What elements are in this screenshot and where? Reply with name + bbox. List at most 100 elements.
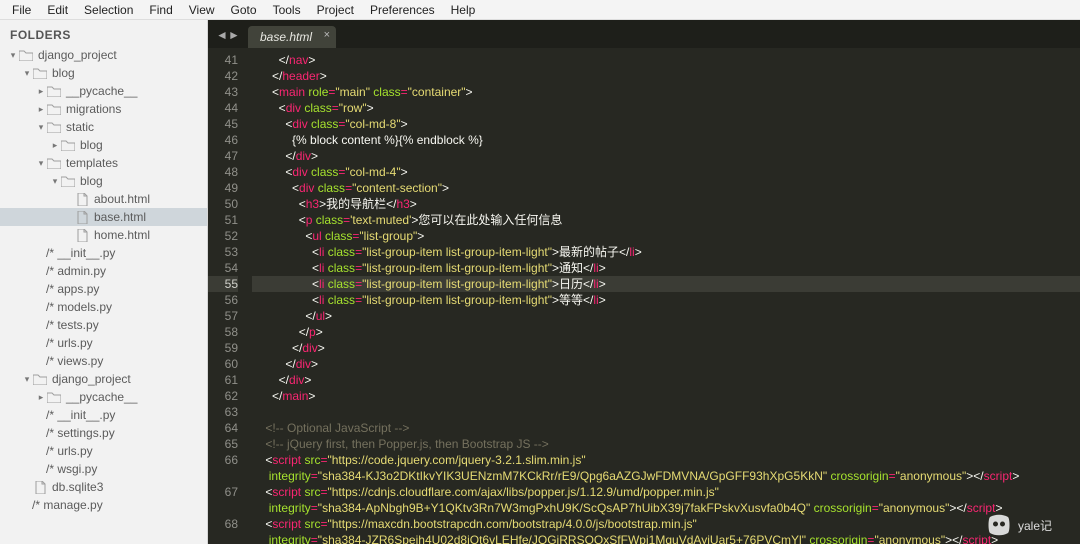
code-line[interactable]: <div class="col-md-4">	[252, 164, 1080, 180]
code-line[interactable]: {% block content %}{% endblock %}	[252, 132, 1080, 148]
tree-label: templates	[66, 156, 118, 170]
tree-arrow-icon[interactable]: ▸	[36, 86, 46, 97]
file-item--settings-py[interactable]: /* settings.py	[0, 424, 207, 442]
file-item-db-sqlite3[interactable]: db.sqlite3	[0, 478, 207, 496]
code-line[interactable]: <li class="list-group-item list-group-it…	[252, 260, 1080, 276]
tab-base-html[interactable]: base.html ×	[248, 26, 336, 48]
folder-item-migrations[interactable]: ▸migrations	[0, 100, 207, 118]
code-area[interactable]: 4142434445464748495051525354555657585960…	[208, 48, 1080, 544]
tab-close-icon[interactable]: ×	[324, 29, 330, 41]
tree-arrow-icon[interactable]: ▾	[8, 50, 18, 61]
folder-item-static[interactable]: ▾static	[0, 118, 207, 136]
folder-icon	[32, 372, 48, 386]
code-line[interactable]	[252, 404, 1080, 420]
tree-arrow-icon[interactable]: ▾	[50, 176, 60, 187]
menu-find[interactable]: Find	[141, 1, 180, 19]
code-line-wrap[interactable]: integrity="sha384-KJ3o2DKtIkvYIK3UENzmM7…	[252, 468, 1080, 484]
code-line[interactable]: </div>	[252, 148, 1080, 164]
tree-label: django_project	[52, 372, 131, 386]
file-icon	[74, 228, 90, 242]
file-item-about-html[interactable]: about.html	[0, 190, 207, 208]
code-line[interactable]: <main role="main" class="container">	[252, 84, 1080, 100]
file-item--apps-py[interactable]: /* apps.py	[0, 280, 207, 298]
code-line[interactable]: <li class="list-group-item list-group-it…	[252, 276, 1080, 292]
main-layout: FOLDERS ▾ django_project ▾ blog ▸__pycache__…	[0, 20, 1080, 544]
tree-arrow-icon[interactable]: ▾	[22, 374, 32, 385]
folder-icon	[60, 138, 76, 152]
folder-item-__pycache__[interactable]: ▸__pycache__	[0, 388, 207, 406]
tree-arrow-icon[interactable]: ▾	[36, 158, 46, 169]
code-line[interactable]: <script src="https://cdnjs.cloudflare.co…	[252, 484, 1080, 500]
file-item--urls-py[interactable]: /* urls.py	[0, 334, 207, 352]
code-line[interactable]: </div>	[252, 340, 1080, 356]
file-item--models-py[interactable]: /* models.py	[0, 298, 207, 316]
source-code[interactable]: </nav> </header> <main role="main" class…	[244, 48, 1080, 544]
tab-bar: ◄ ► base.html ×	[208, 20, 1080, 48]
tree-arrow-icon[interactable]: ▸	[36, 104, 46, 115]
file-item--admin-py[interactable]: /* admin.py	[0, 262, 207, 280]
menu-goto[interactable]: Goto	[223, 1, 265, 19]
code-line[interactable]: <script src="https://code.jquery.com/jqu…	[252, 452, 1080, 468]
menu-edit[interactable]: Edit	[39, 1, 76, 19]
file-item--__init__-py[interactable]: /* __init__.py	[0, 406, 207, 424]
code-line[interactable]: <ul class="list-group">	[252, 228, 1080, 244]
file-item--tests-py[interactable]: /* tests.py	[0, 316, 207, 334]
menu-view[interactable]: View	[181, 1, 223, 19]
code-line[interactable]: <div class="col-md-8">	[252, 116, 1080, 132]
code-line[interactable]: </main>	[252, 388, 1080, 404]
code-line[interactable]: </div>	[252, 372, 1080, 388]
menu-preferences[interactable]: Preferences	[362, 1, 443, 19]
code-line[interactable]: <li class="list-group-item list-group-it…	[252, 292, 1080, 308]
menu-help[interactable]: Help	[443, 1, 484, 19]
folder-item-templates[interactable]: ▾ templates	[0, 154, 207, 172]
folder-item-blog[interactable]: ▾ blog	[0, 64, 207, 82]
code-line-wrap[interactable]: integrity="sha384-JZR6Spejh4U02d8jOt6vLE…	[252, 532, 1080, 544]
code-line[interactable]: <!-- jQuery first, then Popper.js, then …	[252, 436, 1080, 452]
folder-item-blog[interactable]: ▸blog	[0, 136, 207, 154]
file-item--__init__-py[interactable]: /* __init__.py	[0, 244, 207, 262]
folder-tree: ▾django_project▾blog▸__pycache__▸migrati…	[0, 46, 207, 514]
code-line[interactable]: </nav>	[252, 52, 1080, 68]
folder-item-blog[interactable]: ▾blog	[0, 172, 207, 190]
folder-icon	[46, 102, 62, 116]
code-line[interactable]: <p class='text-muted'>您可以在此处输入任何信息	[252, 212, 1080, 228]
tree-label: /* __init__.py	[46, 408, 115, 422]
code-line[interactable]: <li class="list-group-item list-group-it…	[252, 244, 1080, 260]
code-line-wrap[interactable]: integrity="sha384-ApNbgh9B+Y1QKtv3Rn7W3m…	[252, 500, 1080, 516]
code-line[interactable]: </div>	[252, 356, 1080, 372]
tree-arrow-icon[interactable]: ▾	[22, 68, 32, 79]
folder-item-django_project[interactable]: ▾ django_project	[0, 370, 207, 388]
file-item--wsgi-py[interactable]: /* wsgi.py	[0, 460, 207, 478]
code-line[interactable]: </p>	[252, 324, 1080, 340]
tree-arrow-icon[interactable]: ▸	[50, 140, 60, 151]
file-item-home-html[interactable]: home.html	[0, 226, 207, 244]
folder-icon	[46, 84, 62, 98]
code-line[interactable]: </header>	[252, 68, 1080, 84]
sidebar-title: FOLDERS	[0, 24, 207, 46]
tree-arrow-icon[interactable]: ▸	[36, 392, 46, 403]
file-item--urls-py[interactable]: /* urls.py	[0, 442, 207, 460]
menu-file[interactable]: File	[4, 1, 39, 19]
menu-tools[interactable]: Tools	[265, 1, 309, 19]
tree-label: blog	[52, 66, 75, 80]
code-line[interactable]: </ul>	[252, 308, 1080, 324]
tab-nav-arrows[interactable]: ◄ ►	[212, 28, 244, 48]
code-line[interactable]: <div class="content-section">	[252, 180, 1080, 196]
folder-item-django_project[interactable]: ▾django_project	[0, 46, 207, 64]
file-item--manage-py[interactable]: /* manage.py	[0, 496, 207, 514]
tab-next-icon[interactable]: ►	[228, 28, 240, 42]
tree-label: about.html	[94, 192, 150, 206]
code-line[interactable]: <script src="https://maxcdn.bootstrapcdn…	[252, 516, 1080, 532]
file-item-base-html[interactable]: base.html	[0, 208, 207, 226]
tab-prev-icon[interactable]: ◄	[216, 28, 228, 42]
file-item--views-py[interactable]: /* views.py	[0, 352, 207, 370]
code-line[interactable]: <!-- Optional JavaScript -->	[252, 420, 1080, 436]
code-line[interactable]: <h3>我的导航栏</h3>	[252, 196, 1080, 212]
folder-item-__pycache__[interactable]: ▸__pycache__	[0, 82, 207, 100]
tree-label: /* urls.py	[46, 336, 93, 350]
tree-arrow-icon[interactable]: ▾	[36, 122, 46, 133]
menu-project[interactable]: Project	[309, 1, 362, 19]
menu-selection[interactable]: Selection	[76, 1, 141, 19]
code-line[interactable]: <div class="row">	[252, 100, 1080, 116]
tree-label: /* manage.py	[32, 498, 103, 512]
